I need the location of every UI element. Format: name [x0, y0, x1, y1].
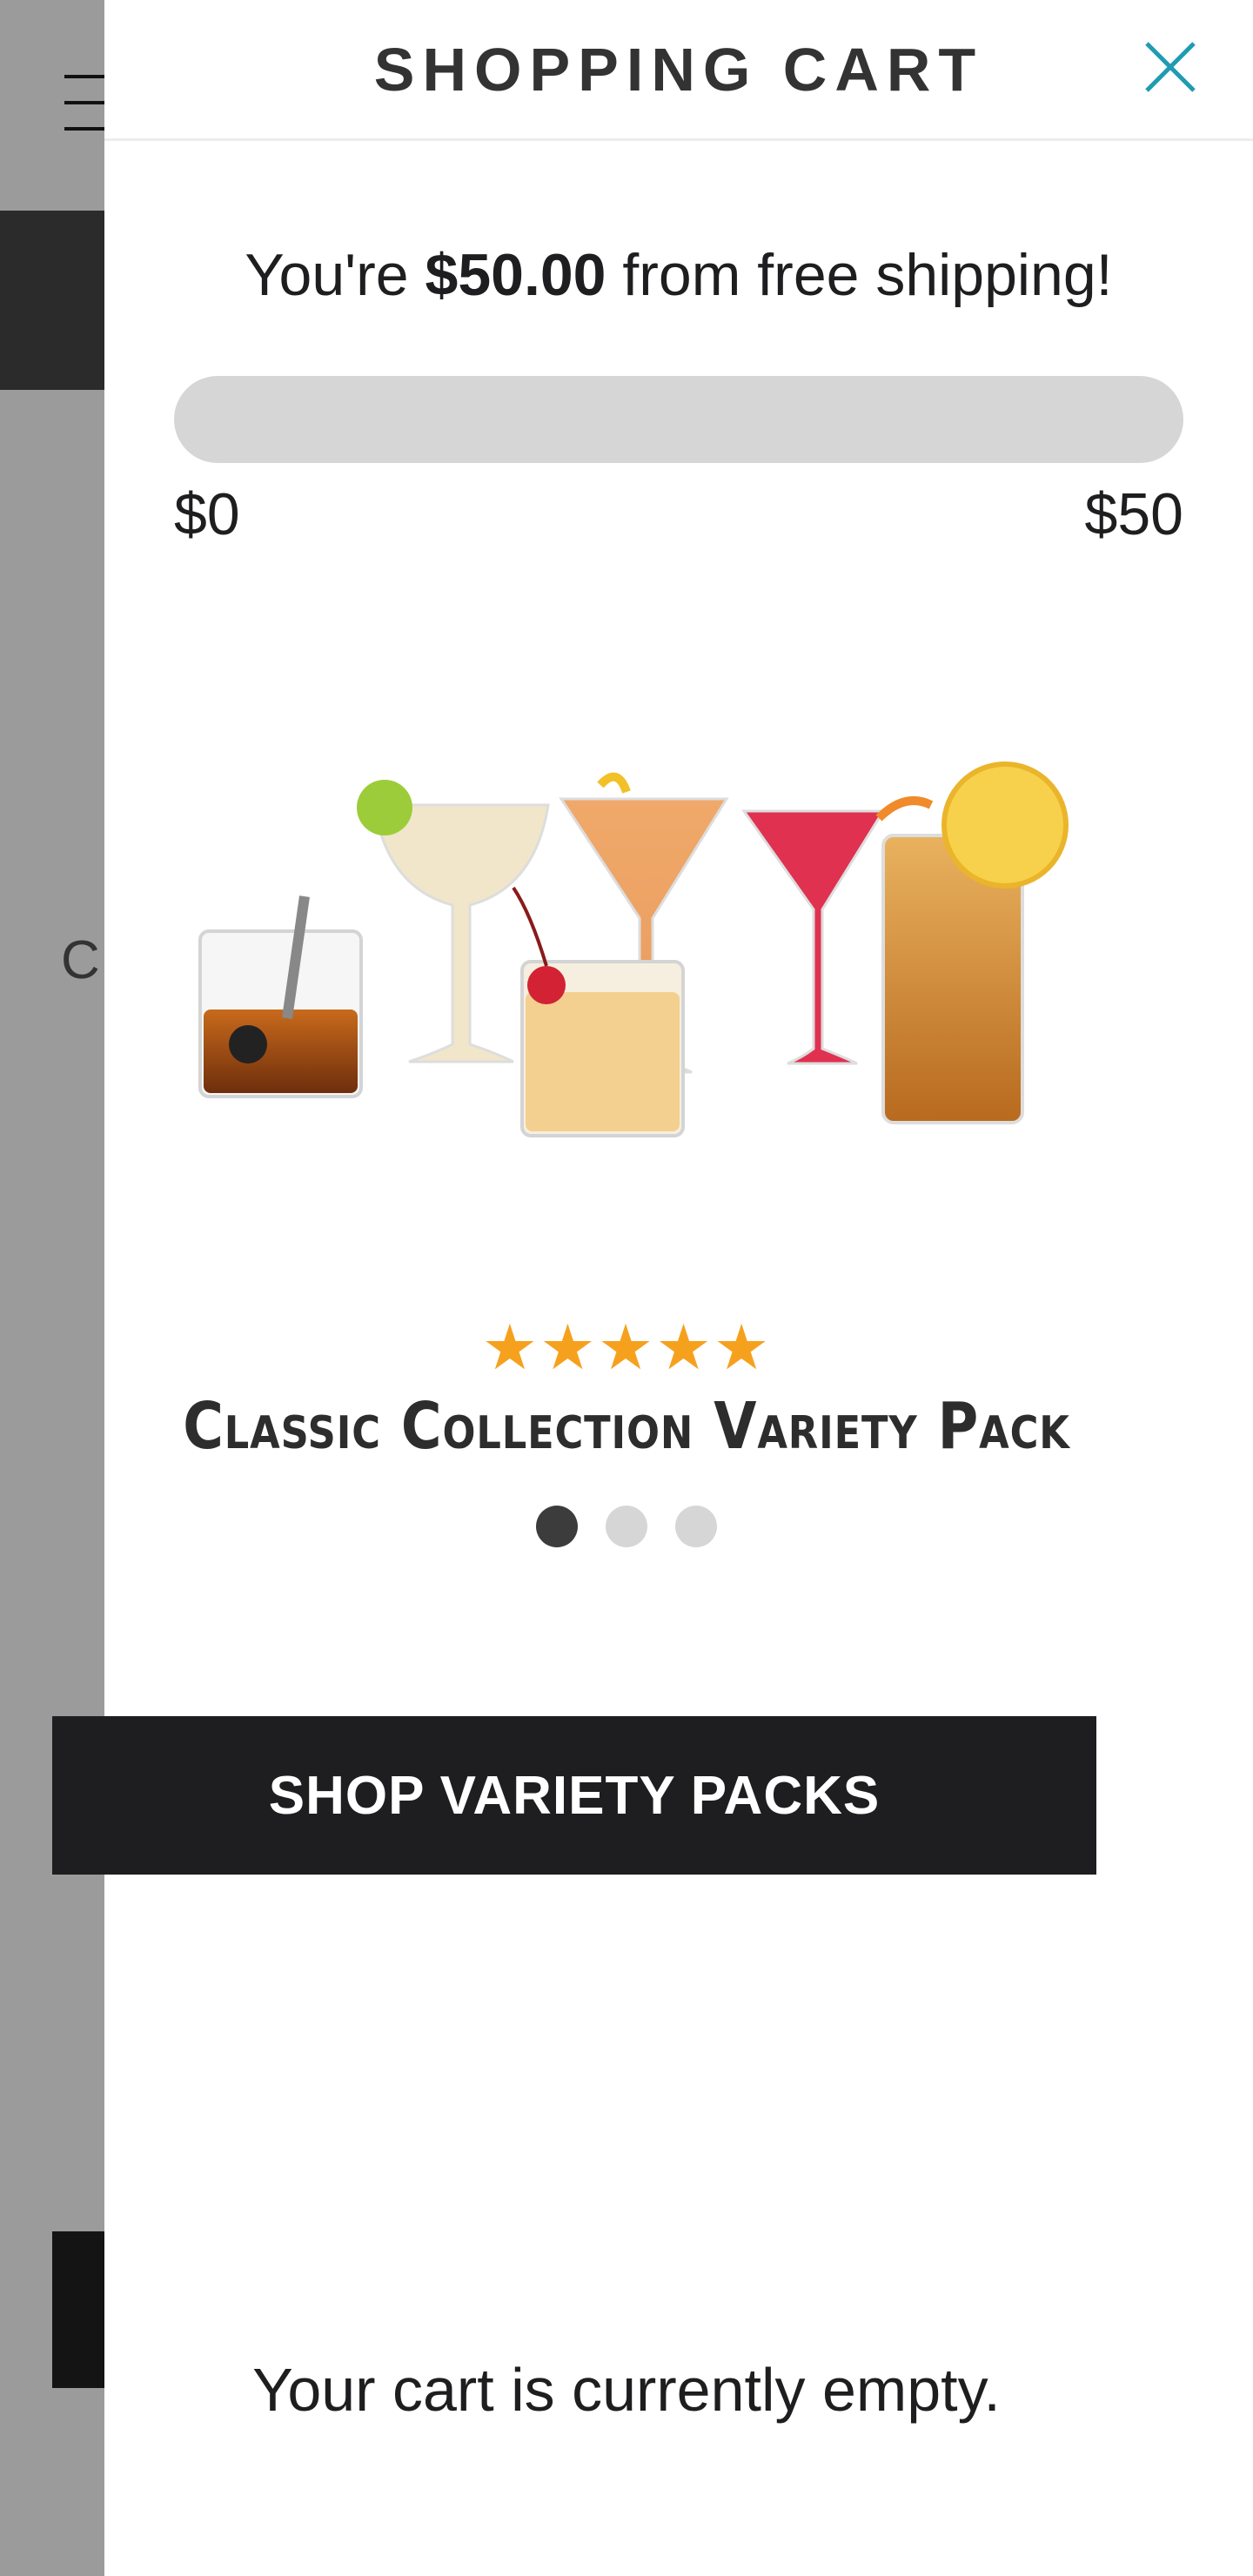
progress-max-label: $50	[1084, 481, 1183, 547]
shipping-progress-bar	[174, 376, 1183, 463]
product-rating-stars: ★★★★★	[481, 1313, 772, 1383]
cart-title: SHOPPING CART	[373, 36, 984, 104]
cart-drawer: SHOPPING CART You're $50.00 from free sh…	[104, 0, 1253, 2576]
empty-cart-message: Your cart is currently empty.	[252, 2356, 1001, 2424]
carousel-dot[interactable]	[536, 1506, 578, 1547]
shop-variety-packs-button[interactable]: SHOP VARIETY PACKS	[52, 1716, 1096, 1875]
progress-labels: $0 $50	[174, 480, 1183, 550]
shipping-prefix: You're	[245, 242, 425, 308]
background-partial-text: C	[61, 930, 100, 990]
close-icon[interactable]	[1142, 38, 1199, 96]
shipping-amount: $50.00	[425, 242, 606, 308]
product-image[interactable]	[183, 757, 1140, 1227]
cart-header: SHOPPING CART	[104, 0, 1253, 141]
product-name[interactable]: Classic Collection Variety Pack	[88, 1389, 1165, 1464]
hamburger-menu-icon[interactable]	[64, 75, 106, 136]
product-name-text[interactable]: Classic Collection Variety Pack	[183, 1389, 1070, 1464]
progress-min-label: $0	[174, 481, 240, 547]
carousel-dot[interactable]	[606, 1506, 647, 1547]
shipping-suffix: from free shipping!	[606, 242, 1113, 308]
carousel-dot[interactable]	[675, 1506, 717, 1547]
free-shipping-message: You're $50.00 from free shipping!	[235, 225, 1122, 325]
carousel-dots	[0, 1506, 1253, 1547]
